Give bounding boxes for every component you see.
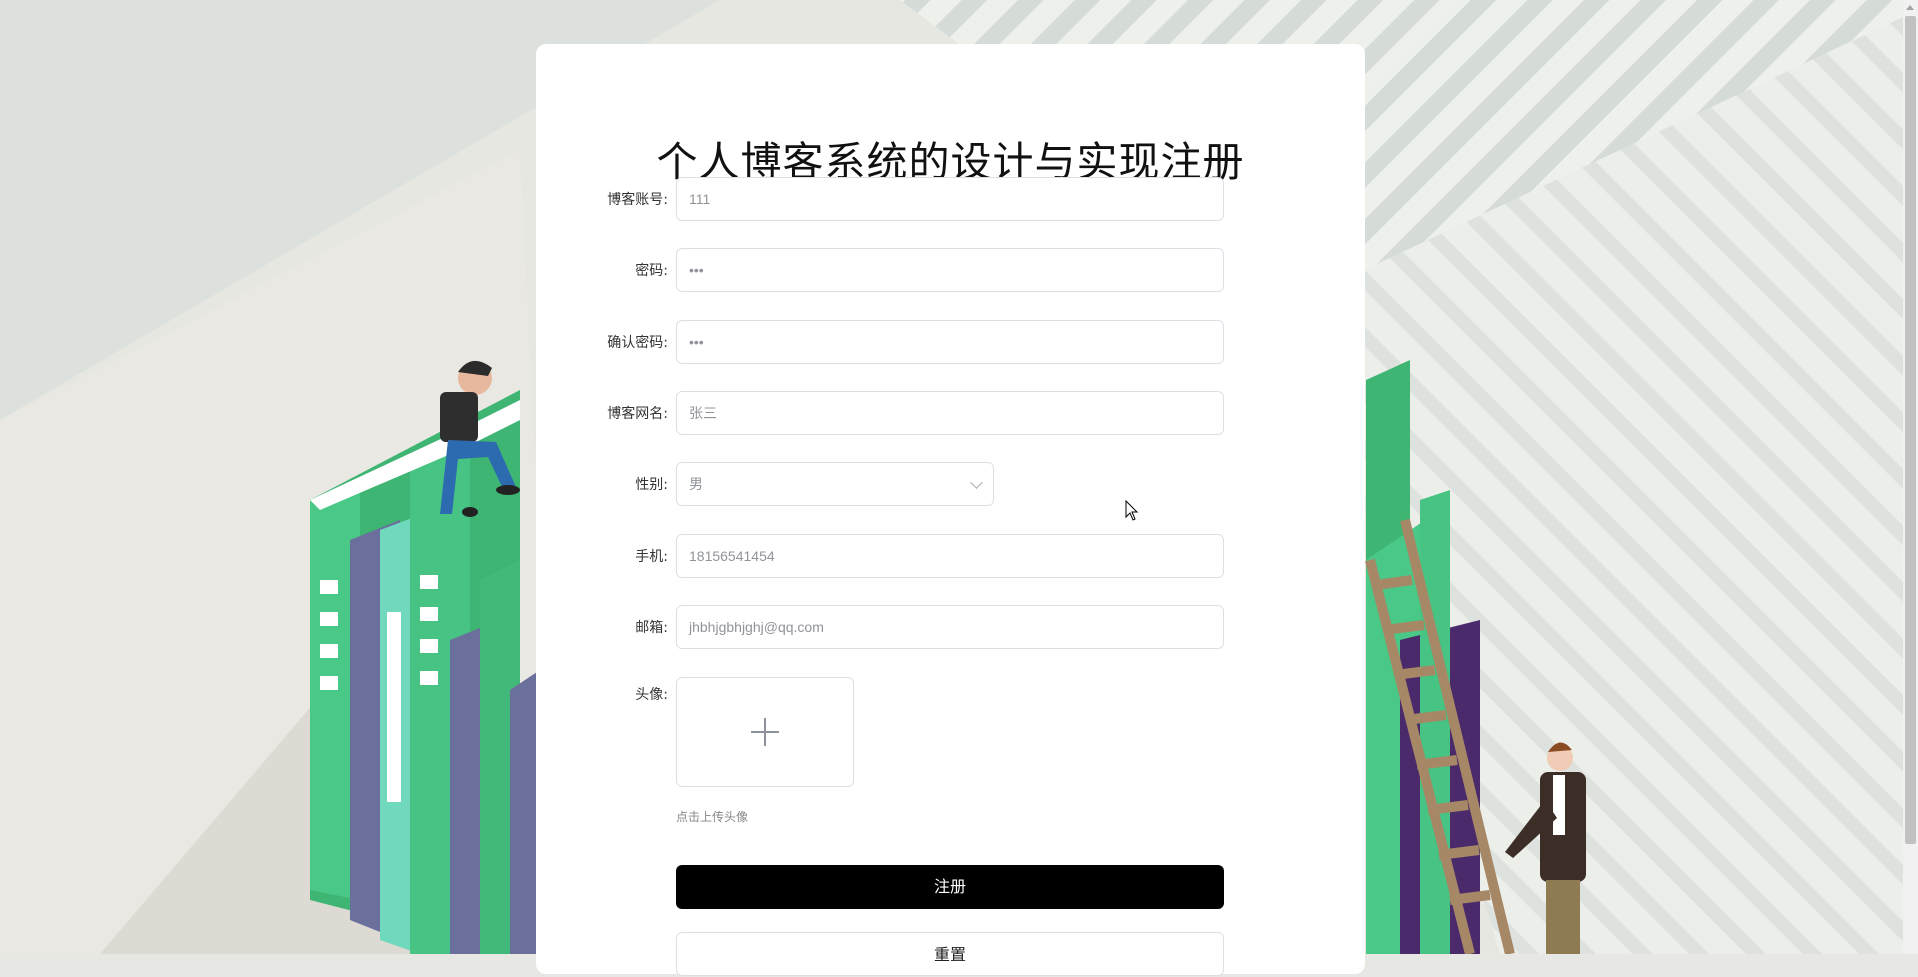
account-row: 博客账号: 111 bbox=[536, 177, 1365, 223]
chevron-down-icon[interactable] bbox=[970, 476, 983, 489]
phone-label: 手机: bbox=[635, 549, 668, 565]
scroll-up-icon[interactable] bbox=[1906, 5, 1914, 10]
password-label: 密码: bbox=[635, 263, 668, 279]
gender-select[interactable]: 男 bbox=[676, 462, 994, 506]
gender-row: 性别: 男 bbox=[536, 462, 1365, 508]
account-input[interactable]: 111 bbox=[676, 177, 1224, 221]
avatar-upload-button[interactable] bbox=[676, 677, 854, 787]
account-label: 博客账号: bbox=[607, 192, 668, 208]
confirm-password-input[interactable]: ••• bbox=[676, 320, 1224, 364]
mouse-cursor-icon bbox=[1125, 500, 1139, 521]
email-row: 邮箱: jhbhjgbhjghj@qq.com bbox=[536, 605, 1365, 651]
plus-icon bbox=[751, 718, 779, 746]
email-input[interactable]: jhbhjgbhjghj@qq.com bbox=[676, 605, 1224, 649]
register-card: 个人博客系统的设计与实现注册 博客账号: 111 密码: ••• 确认密码: •… bbox=[536, 44, 1365, 976]
page-scrollbar[interactable] bbox=[1903, 0, 1918, 954]
reset-button[interactable]: 重置 bbox=[676, 932, 1224, 976]
password-row: 密码: ••• bbox=[536, 248, 1365, 294]
register-button[interactable]: 注册 bbox=[676, 865, 1224, 909]
confirm-password-label: 确认密码: bbox=[607, 335, 668, 351]
avatar-label: 头像: bbox=[635, 687, 668, 703]
phone-row: 手机: 18156541454 bbox=[536, 534, 1365, 580]
password-input[interactable]: ••• bbox=[676, 248, 1224, 292]
gender-select-value: 男 bbox=[689, 476, 703, 492]
phone-input[interactable]: 18156541454 bbox=[676, 534, 1224, 578]
avatar-upload-tip: 点击上传头像 bbox=[676, 810, 749, 824]
nickname-row: 博客网名: 张三 bbox=[536, 391, 1365, 437]
scroll-thumb[interactable] bbox=[1905, 16, 1916, 844]
nickname-label: 博客网名: bbox=[607, 406, 668, 422]
nickname-input[interactable]: 张三 bbox=[676, 391, 1224, 435]
confirm-password-row: 确认密码: ••• bbox=[536, 320, 1365, 366]
email-label: 邮箱: bbox=[635, 620, 668, 636]
gender-label: 性别: bbox=[635, 477, 668, 493]
avatar-row: 头像: bbox=[536, 677, 1365, 787]
